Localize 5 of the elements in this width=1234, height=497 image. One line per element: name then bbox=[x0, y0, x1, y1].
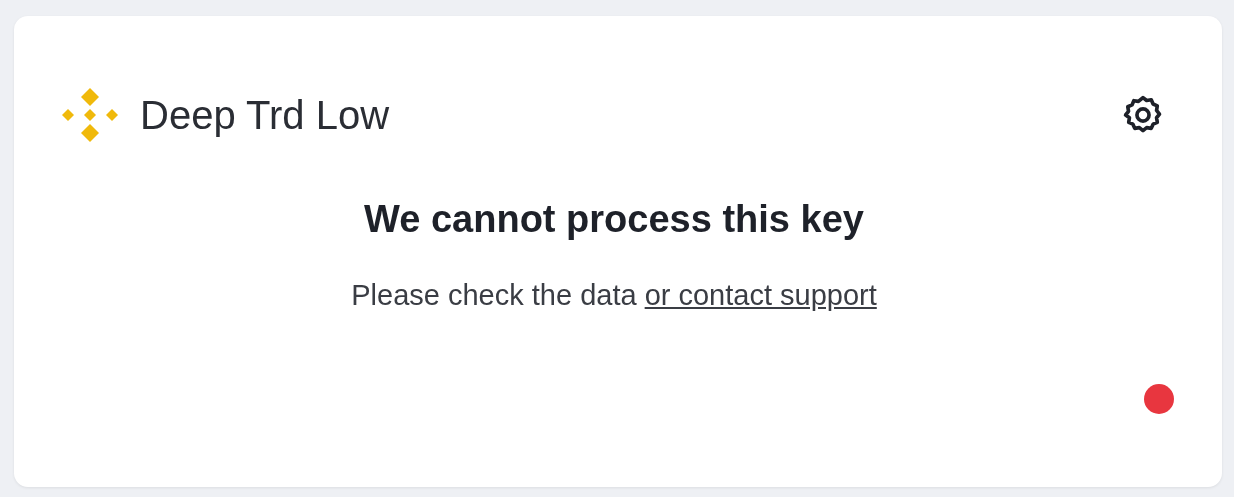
diamond-logo-icon bbox=[62, 88, 118, 142]
error-message: Please check the data or contact support bbox=[351, 279, 877, 312]
error-heading: We cannot process this key bbox=[364, 198, 864, 241]
card-title: Deep Trd Low bbox=[140, 92, 391, 138]
contact-support-link[interactable]: or contact support bbox=[644, 279, 877, 311]
